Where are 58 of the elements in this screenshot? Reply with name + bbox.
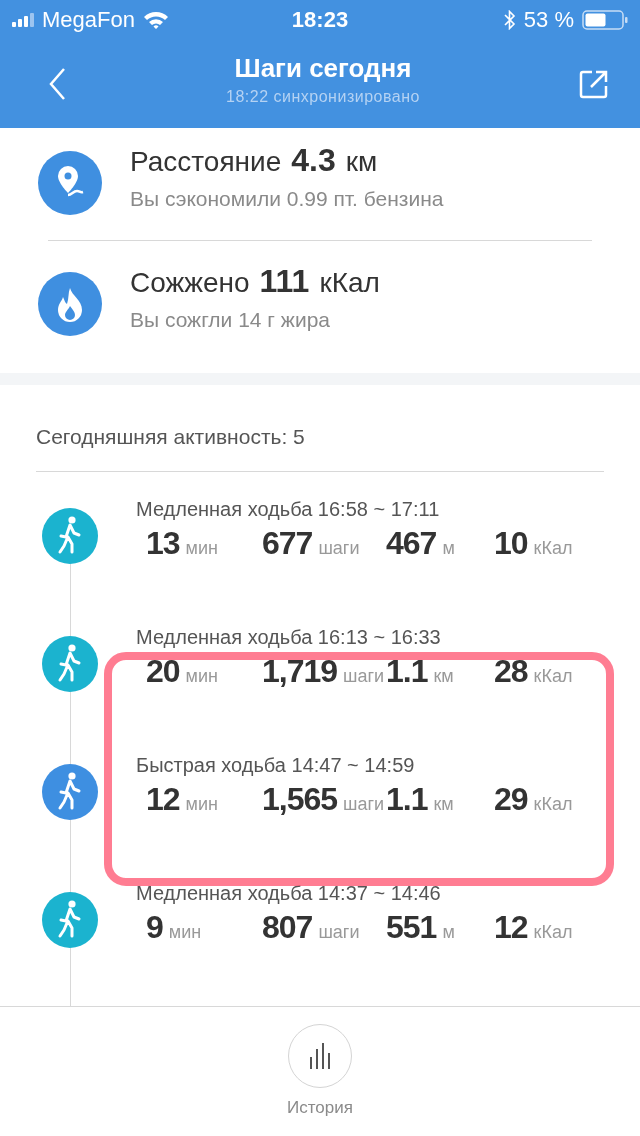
location-pin-icon xyxy=(38,151,102,215)
stat-value: 12 xyxy=(146,781,180,818)
stat-value: 10 xyxy=(494,525,528,562)
stat-unit: кКал xyxy=(533,794,573,815)
stat-unit: шаги xyxy=(318,538,360,559)
signal-icon xyxy=(12,13,34,27)
stat-value: 13 xyxy=(146,525,180,562)
battery-percent: 53 % xyxy=(523,7,574,33)
activity-title: Медленная ходьба 16:58 ~ 17:11 xyxy=(136,498,441,521)
summary-note: Вы сожгли 14 г жира xyxy=(130,307,331,332)
stat-unit: шаги xyxy=(318,922,360,943)
stat-value: 807 xyxy=(262,909,313,946)
stat-unit: км xyxy=(433,666,454,687)
stat-value: 1.1 xyxy=(386,653,428,690)
walking-icon xyxy=(42,508,98,564)
wifi-icon xyxy=(142,11,169,29)
stat-unit: м xyxy=(442,922,455,943)
stat-unit: кКал xyxy=(533,666,573,687)
activity-title: Медленная ходьба 16:13 ~ 16:33 xyxy=(136,626,442,649)
stat-unit: шаги xyxy=(343,794,385,815)
stat-value: 677 xyxy=(262,525,313,562)
stat-unit: кКал xyxy=(533,538,573,559)
activity-title: Быстрая ходьба 14:47 ~ 14:59 xyxy=(136,754,416,777)
stat-unit: мин xyxy=(185,666,218,687)
stat-unit: мин xyxy=(185,794,218,815)
summary-note: Вы сэкономили 0.99 пт. бензина xyxy=(130,186,444,211)
carrier-name: MegaFon xyxy=(42,7,135,33)
stat-value: 1,719 xyxy=(262,653,338,690)
battery-icon xyxy=(582,10,628,30)
sync-status: 18:22 синхронизировано xyxy=(226,87,420,106)
stat-value: 1,565 xyxy=(262,781,338,818)
stat-value: 9 xyxy=(146,909,163,946)
history-label: История xyxy=(287,1098,353,1118)
stat-unit: кКал xyxy=(533,922,573,943)
walking-icon xyxy=(42,636,98,692)
stat-unit: м xyxy=(442,538,455,559)
summary-stat: Расстояние 4.3 км xyxy=(130,141,379,179)
activity-title: Медленная ходьба 14:37 ~ 14:46 xyxy=(136,882,442,905)
stat-unit: шаги xyxy=(343,666,385,687)
activity-count: Сегодняшняя активность: 5 xyxy=(35,424,306,450)
stat-value: 467 xyxy=(386,525,437,562)
bar-chart-icon xyxy=(308,1043,332,1069)
stat-value: 12 xyxy=(494,909,528,946)
stat-value: 28 xyxy=(494,653,528,690)
bluetooth-icon xyxy=(503,10,516,30)
stat-value: 1.1 xyxy=(386,781,428,818)
stat-unit: км xyxy=(433,794,454,815)
flame-icon xyxy=(38,272,102,336)
status-time: 18:23 xyxy=(291,7,349,33)
summary-stat: Сожжено 111 кКал xyxy=(130,262,380,300)
stat-unit: мин xyxy=(168,922,202,943)
stat-value: 20 xyxy=(146,653,180,690)
screen-title: Шаги сегодня xyxy=(233,52,413,84)
stat-unit: мин xyxy=(185,538,218,559)
walking-icon xyxy=(42,764,98,820)
stat-value: 29 xyxy=(494,781,528,818)
walking-icon xyxy=(42,892,98,948)
stat-value: 551 xyxy=(386,909,437,946)
